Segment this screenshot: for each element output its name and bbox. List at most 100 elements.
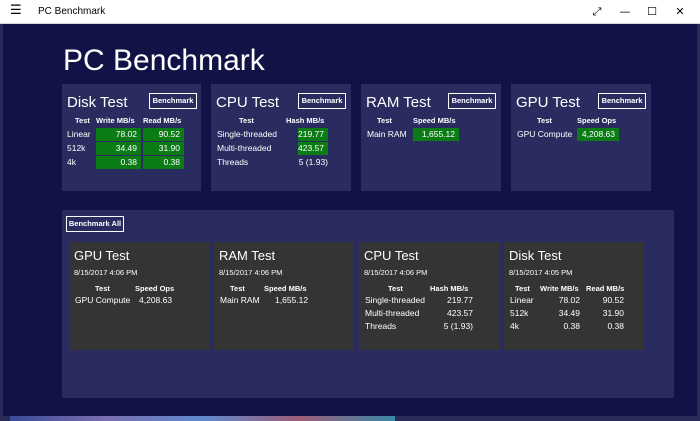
cpu-benchmark-button[interactable]: Benchmark [298,93,346,109]
result-timestamp: 8/15/2017 4:06 PM [74,268,138,277]
gpu-results-table: Test Speed Ops GPU Compute 4,208.63 [511,116,651,156]
read-value: 0.38 [607,321,624,331]
test-name: GPU Compute [75,295,131,305]
test-name: GPU Compute [517,129,573,139]
column-header: Test [515,284,530,293]
write-value: 34.49 [96,142,141,155]
column-header: Test [230,284,245,293]
column-header: Write MB/s [96,116,135,125]
test-name: Threads [217,157,249,167]
card-title: RAM Test [366,94,431,111]
expand-icon[interactable]: ⤢ [589,4,605,20]
column-header: Test [537,116,552,125]
results-panel: Benchmark All GPU Test 8/15/2017 4:06 PM… [62,210,674,398]
result-title: GPU Test [74,248,130,263]
maximize-icon[interactable]: ☐ [644,4,660,20]
cpu-result-card: CPU Test 8/15/2017 4:06 PM Test Hash MB/… [359,242,499,350]
ram-benchmark-button[interactable]: Benchmark [448,93,496,109]
column-header: Test [239,116,254,125]
result-title: Disk Test [509,248,562,263]
result-timestamp: 8/15/2017 4:06 PM [364,268,428,277]
test-name: Multi-threaded [365,308,420,318]
disk-benchmark-button[interactable]: Benchmark [149,93,197,109]
result-title: RAM Test [219,248,276,263]
cpu-results-table: Test Hash MB/s Single-threaded 219.77 Mu… [211,116,351,176]
desktop-background-strip [10,416,395,421]
test-name: Linear [510,295,534,305]
column-header: Speed Ops [135,284,175,293]
column-header: Write MB/s [540,284,579,293]
hash-value: 219.77 [447,295,473,305]
test-name: Single-threaded [217,129,278,139]
write-value: 0.38 [563,321,580,331]
write-value: 34.49 [558,308,580,318]
card-title: Disk Test [67,94,128,111]
hash-value: 5 (1.93) [443,321,473,331]
ram-result-card: RAM Test 8/15/2017 4:06 PM Test Speed MB… [214,242,354,350]
speed-value: 1,655.12 [413,128,459,141]
cpu-test-card: CPU Test Benchmark Test Hash MB/s Single… [211,84,351,191]
write-value: 78.02 [96,128,141,141]
disk-results-table: Test Write MB/s Read MB/s Linear 78.02 9… [62,116,201,176]
gpu-result-table: Test Speed Ops GPU Compute 4,208.63 [69,284,209,324]
hash-value: 423.57 [447,308,473,318]
ram-result-table: Test Speed MB/s Main RAM 1,655.12 [214,284,354,324]
test-name: 512k [67,143,86,153]
gpu-result-card: GPU Test 8/15/2017 4:06 PM Test Speed Op… [69,242,209,350]
column-header: Test [388,284,403,293]
write-value: 0.38 [96,156,141,169]
minimize-icon[interactable]: — [617,4,633,20]
test-name: Multi-threaded [217,143,272,153]
read-value: 31.90 [143,142,184,155]
column-header: Read MB/s [586,284,625,293]
test-name: Linear [67,129,91,139]
column-header: Hash MB/s [430,284,469,293]
test-name: Main RAM [367,129,407,139]
column-header: Speed Ops [577,116,617,125]
speed-value: 4,208.63 [139,295,173,305]
window-title: PC Benchmark [38,6,106,17]
column-header: Hash MB/s [286,116,325,125]
read-value: 90.52 [602,295,624,305]
hamburger-icon[interactable]: ☰ [10,4,22,17]
test-name: 4k [67,157,76,167]
disk-test-card: Disk Test Benchmark Test Write MB/s Read… [62,84,201,191]
hash-value: 423.57 [298,142,328,155]
card-title: GPU Test [516,94,580,111]
hash-value: 219.77 [298,128,328,141]
column-header: Test [75,116,90,125]
test-name: Single-threaded [365,295,426,305]
card-title: CPU Test [216,94,280,111]
gpu-test-card: GPU Test Benchmark Test Speed Ops GPU Co… [511,84,651,191]
title-bar: ☰ PC Benchmark ⤢ — ☐ ✕ [0,0,700,24]
page-title: PC Benchmark [63,44,265,77]
test-name: Threads [365,321,397,331]
column-header: Read MB/s [143,116,182,125]
read-value: 90.52 [143,128,184,141]
disk-result-table: Test Write MB/s Read MB/s Linear 78.02 9… [504,284,644,344]
ram-test-card: RAM Test Benchmark Test Speed MB/s Main … [361,84,501,191]
speed-value: 1,655.12 [275,295,309,305]
ram-results-table: Test Speed MB/s Main RAM 1,655.12 [361,116,501,156]
write-value: 78.02 [558,295,580,305]
result-timestamp: 8/15/2017 4:06 PM [219,268,283,277]
result-title: CPU Test [364,248,419,263]
column-header: Test [95,284,110,293]
gpu-benchmark-button[interactable]: Benchmark [598,93,646,109]
app-surface: PC Benchmark Disk Test Benchmark Test Wr… [3,24,697,416]
column-header: Speed MB/s [413,116,456,125]
test-name: Main RAM [220,295,260,305]
cpu-result-table: Test Hash MB/s Single-threaded 219.77 Mu… [359,284,499,344]
read-value: 31.90 [602,308,624,318]
close-icon[interactable]: ✕ [672,4,688,20]
hash-value: 5 (1.93) [298,157,328,167]
column-header: Test [377,116,392,125]
speed-value: 4,208.63 [577,128,619,141]
benchmark-all-button[interactable]: Benchmark All [66,216,124,232]
read-value: 0.38 [143,156,184,169]
column-header: Speed MB/s [264,284,307,293]
test-name: 512k [510,308,529,318]
result-timestamp: 8/15/2017 4:05 PM [509,268,573,277]
test-name: 4k [510,321,519,331]
disk-result-card: Disk Test 8/15/2017 4:05 PM Test Write M… [504,242,644,350]
